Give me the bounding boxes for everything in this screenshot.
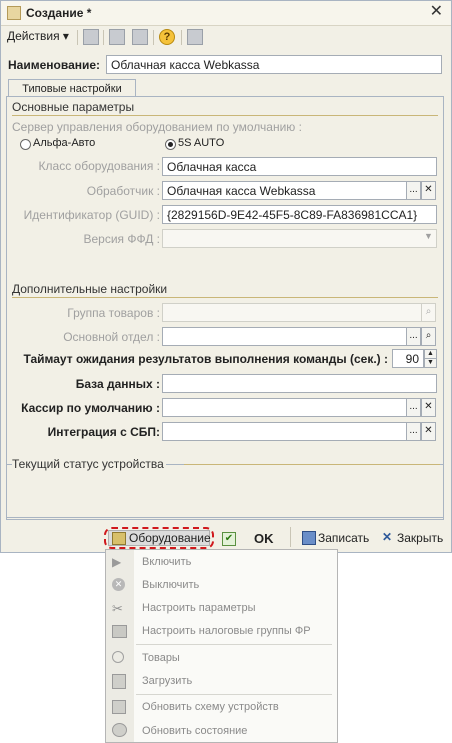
toolbar-separator [153,30,154,45]
goods-icon [112,651,124,663]
group-field[interactable] [162,303,422,322]
toolbar-separator [181,30,182,45]
menu-item-update-scheme[interactable]: Обновить схему устройств [142,701,279,713]
search-icon[interactable]: ⌕ [421,303,436,322]
toolbar-separator [77,30,78,45]
status-title: Текущий статус устройства [12,457,166,471]
menu-separator [136,644,332,645]
equipment-menu-button[interactable]: Оборудование ▾ [108,530,211,559]
section-divider [12,115,438,116]
stepper-down-icon[interactable]: ▼ [424,358,437,368]
window-title: Создание * [26,6,92,20]
list-icon[interactable] [109,29,125,45]
toolbar-separator [290,527,291,547]
db-field[interactable] [162,374,437,393]
name-input[interactable]: Облачная касса Webkassa [106,55,442,74]
menu-item-goods[interactable]: Товары [142,652,180,664]
group-label: Группа товаров : [67,306,160,320]
guid-label: Идентификатор (GUID) : [23,208,160,222]
menu-item-tax-groups[interactable]: Настроить налоговые группы ФР [142,625,311,637]
name-label: Наименование: [8,58,101,72]
radio-alfa-auto-label: Альфа-Авто [33,137,96,149]
refresh-icon [112,723,127,737]
cashier-field[interactable] [162,398,407,417]
radio-alfa-auto[interactable] [20,139,31,150]
ffd-label: Версия ФФД : [83,232,160,246]
cashier-select-button[interactable]: ... [406,398,421,417]
grid-icon[interactable] [187,29,203,45]
help-icon[interactable]: ? [159,29,175,45]
save-icon [302,531,316,545]
play-icon: ▶ [112,555,122,569]
handler-field[interactable]: Облачная касса Webkassa [162,181,407,200]
dept-field[interactable] [162,327,407,346]
menu-item-configure[interactable]: Настроить параметры [142,602,256,614]
title-bar: Создание * ✕ [1,1,451,26]
check-icon[interactable]: ✔ [222,532,236,546]
actions-label: Действия [7,29,60,43]
status-box [6,464,444,520]
menu-item-upload[interactable]: Загрузить [142,675,192,687]
actions-menu-button[interactable]: Действия ▾ [7,29,69,43]
section-divider [12,297,438,298]
tax-icon [112,625,127,638]
equipment-highlight: Оборудование ▾ [104,527,214,559]
search-icon[interactable]: ⌕ [421,327,436,346]
radio-5s-auto[interactable] [165,139,176,150]
sbp-clear-button[interactable]: ✕ [421,422,436,441]
app-icon [7,6,21,20]
upload-icon [112,674,126,689]
sbp-select-button[interactable]: ... [406,422,421,441]
class-label: Класс оборудования : [38,159,160,173]
sbp-label: Интеграция с СБП: [47,425,160,439]
timeout-label: Таймаут ожидания результатов выполнения … [23,352,388,366]
ffd-select[interactable] [162,229,437,248]
save-button[interactable]: Записать [318,531,369,545]
cashier-clear-button[interactable]: ✕ [421,398,436,417]
cashier-label: Кассир по умолчанию : [21,401,160,415]
menu-item-disable[interactable]: Выключить [142,579,199,591]
menu-item-enable[interactable]: Включить [142,556,191,568]
section-basic-title: Основные параметры [12,100,135,114]
close-icon: ✕ [382,530,393,544]
timeout-input[interactable]: 90 [392,349,424,368]
stop-icon: ✕ [112,578,125,591]
close-icon[interactable]: ✕ [430,3,443,21]
tools-icon: ✂ [112,601,123,616]
class-field[interactable]: Облачная касса [162,157,437,176]
handler-clear-button[interactable]: ✕ [421,181,436,200]
sbp-field[interactable] [162,422,407,441]
section-divider [184,464,440,465]
chevron-down-icon[interactable]: ▼ [424,231,433,241]
menu-item-update-state[interactable]: Обновить состояние [142,725,247,737]
server-label: Сервер управления оборудованием по умолч… [12,120,302,134]
equipment-label: Оборудование [129,531,211,545]
radio-5s-auto-label: 5S AUTO [178,137,225,149]
handler-select-button[interactable]: ... [406,181,421,200]
guid-field[interactable]: {2829156D-9E42-45F5-8C89-FA836981CCA1} [162,205,437,224]
tab-typical-settings[interactable]: Типовые настройки [8,79,136,97]
equipment-icon [112,532,126,545]
close-button[interactable]: Закрыть [397,531,443,545]
toolbar: Действия ▾ ? [1,26,451,48]
dept-label: Основной отдел : [63,330,160,344]
scheme-icon [112,700,126,714]
handler-label: Обработчик : [86,184,160,198]
toolbar-separator [103,30,104,45]
menu-separator [136,694,332,695]
db-label: База данных : [75,377,160,391]
ok-button[interactable]: OK [254,531,274,546]
add-icon[interactable] [132,29,148,45]
dept-select-button[interactable]: ... [406,327,421,346]
save-close-icon[interactable] [83,29,99,45]
section-extra-title: Дополнительные настройки [12,282,168,296]
equipment-dropdown-menu: ▶ Включить ✕ Выключить ✂ Настроить парам… [105,549,338,743]
